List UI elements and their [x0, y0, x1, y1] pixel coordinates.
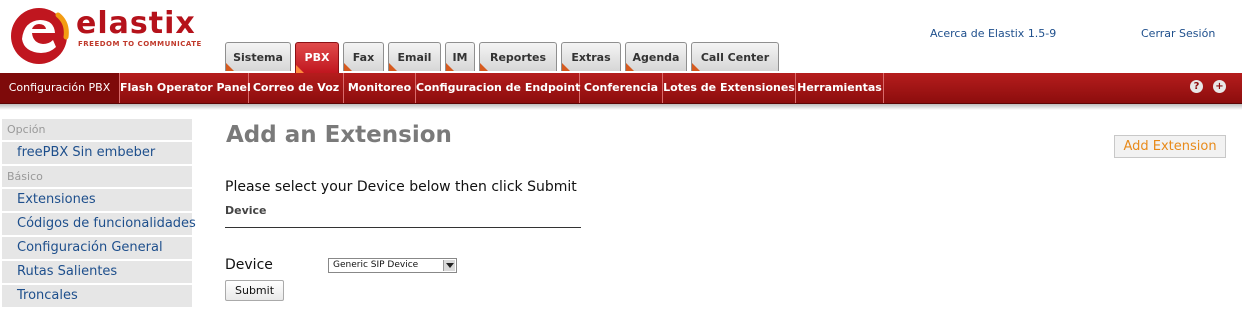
- sidebar-item-freepbx[interactable]: freePBX Sin embeber: [2, 142, 192, 164]
- chevron-down-icon: [443, 260, 455, 271]
- tab-fax[interactable]: Fax: [343, 42, 384, 71]
- nav-correo-de-voz[interactable]: Correo de Voz: [249, 73, 344, 103]
- nav-flash-operator-panel[interactable]: Flash Operator Panel: [120, 73, 251, 103]
- app-header: elastix FREEDOM TO COMMUNICATE Acerca de…: [0, 0, 1242, 73]
- tab-extras[interactable]: Extras: [561, 42, 621, 71]
- help-icon[interactable]: ?: [1190, 80, 1203, 93]
- tab-im[interactable]: IM: [445, 42, 475, 71]
- nav-configuracion-pbx[interactable]: Configuración PBX: [0, 73, 120, 103]
- sidebar-section-title: Básico: [2, 166, 192, 187]
- tab-agenda[interactable]: Agenda: [625, 42, 687, 71]
- device-select-value: Generic SIP Device: [333, 260, 419, 270]
- instruction-text: Please select your Device below then cli…: [225, 179, 577, 195]
- nav-monitoreo[interactable]: Monitoreo: [344, 73, 416, 103]
- add-extension-button[interactable]: Add Extension: [1114, 135, 1226, 158]
- elastix-logo-icon: [11, 8, 69, 64]
- nav-herramientas[interactable]: Herramientas: [796, 73, 884, 103]
- sidebar-item-extensiones[interactable]: Extensiones: [2, 189, 192, 211]
- logo-tagline: FREEDOM TO COMMUNICATE: [78, 40, 202, 48]
- device-label: Device: [225, 257, 273, 273]
- page-title: Add an Extension: [226, 122, 452, 148]
- sidebar-item-codigos[interactable]: Códigos de funcionalidades: [2, 213, 196, 235]
- elastix-logo[interactable]: elastix FREEDOM TO COMMUNICATE: [8, 3, 218, 69]
- sidebar: Opción freePBX Sin embeber Básico Extens…: [2, 119, 196, 309]
- sidebar-item-configuracion-general[interactable]: Configuración General: [2, 237, 192, 259]
- nav-conferencia[interactable]: Conferencia: [580, 73, 663, 103]
- sidebar-item-troncales[interactable]: Troncales: [2, 285, 192, 307]
- sidebar-section-title: Opción: [2, 119, 192, 140]
- logo-wordmark: elastix: [76, 6, 196, 41]
- add-icon[interactable]: +: [1213, 80, 1226, 93]
- tab-pbx[interactable]: PBX: [295, 42, 339, 73]
- tab-sistema[interactable]: Sistema: [225, 42, 291, 71]
- section-divider: [225, 227, 581, 228]
- tab-email[interactable]: Email: [388, 42, 441, 71]
- logout-link[interactable]: Cerrar Sesión: [1141, 27, 1215, 40]
- tab-call-center[interactable]: Call Center: [691, 42, 779, 71]
- submit-button[interactable]: Submit: [225, 280, 284, 301]
- sub-nav-bar: Configuración PBX Flash Operator Panel C…: [0, 73, 1242, 104]
- sidebar-item-rutas-salientes[interactable]: Rutas Salientes: [2, 261, 192, 283]
- tab-reportes[interactable]: Reportes: [479, 42, 557, 71]
- about-link[interactable]: Acerca de Elastix 1.5-9: [930, 27, 1056, 40]
- device-section-heading: Device: [225, 204, 267, 217]
- nav-shadow: [0, 104, 1242, 110]
- nav-configuracion-endpoint[interactable]: Configuracion de Endpoint: [416, 73, 580, 103]
- nav-lotes-de-extensiones[interactable]: Lotes de Extensiones: [663, 73, 796, 103]
- device-select[interactable]: Generic SIP Device: [328, 258, 457, 273]
